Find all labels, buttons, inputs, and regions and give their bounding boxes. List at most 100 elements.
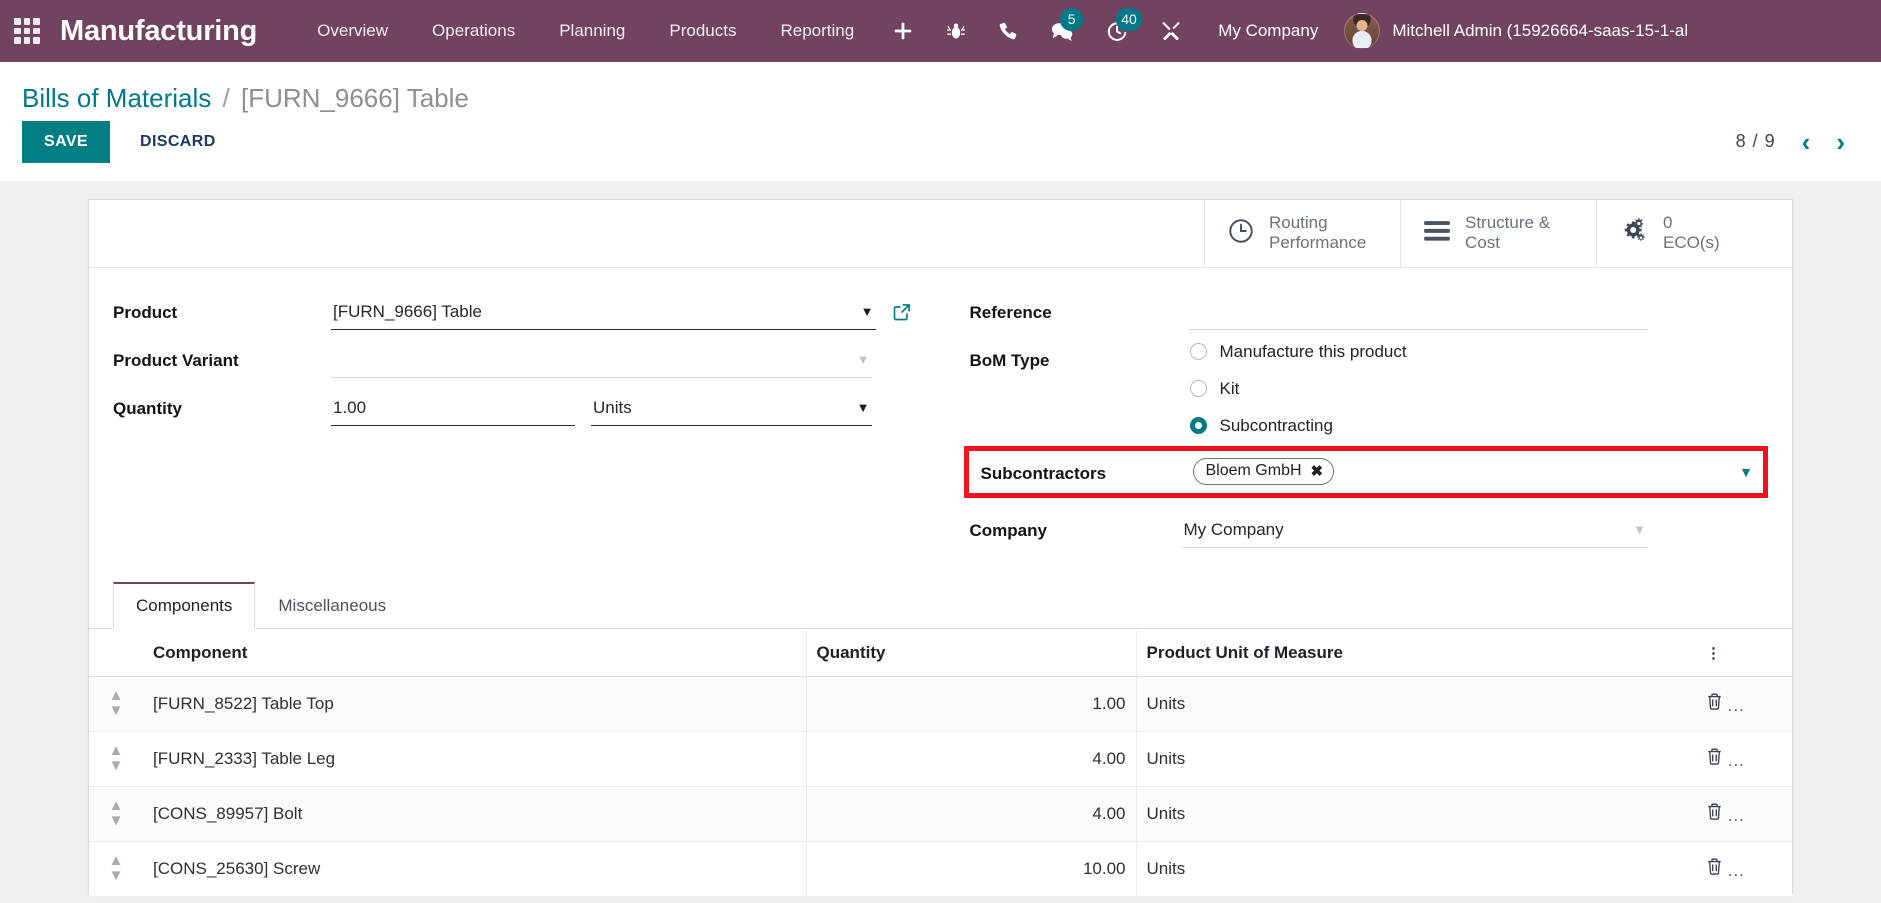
radio-label[interactable]: Subcontracting: [1220, 416, 1333, 436]
nav-item-operations[interactable]: Operations: [410, 0, 537, 62]
row-drag-handle[interactable]: ▲ ▼: [89, 841, 143, 897]
row-delete[interactable]: ...: [1696, 786, 1792, 842]
product-input[interactable]: [FURN_9666] Table ▼: [331, 294, 876, 330]
discard-button[interactable]: DISCARD: [120, 121, 236, 163]
tab-components[interactable]: Components: [113, 581, 256, 629]
row-drag-handle[interactable]: ▲ ▼: [89, 731, 143, 787]
cell-quantity[interactable]: 4.00: [806, 786, 1137, 842]
drag-handle-icon[interactable]: ▲ ▼: [109, 688, 124, 718]
cell-uom[interactable]: Units: [1136, 841, 1696, 897]
stat-button-eco[interactable]: 0 ECO(s): [1596, 199, 1792, 267]
add-a-line-button[interactable]: Add a line: [89, 897, 1792, 903]
table-row[interactable]: ▲ ▼ [CONS_89957] Bolt 4.00 Units ...: [89, 786, 1792, 842]
internal-link-icon[interactable]: [876, 302, 912, 322]
pager-previous-icon[interactable]: ‹: [1802, 129, 1811, 155]
column-component[interactable]: Component: [143, 628, 807, 677]
cell-component[interactable]: [CONS_25630] Screw: [143, 841, 807, 897]
chevron-down-icon[interactable]: ▼: [851, 304, 874, 319]
chevron-down-icon[interactable]: ▼: [1729, 464, 1753, 480]
row-delete[interactable]: ...: [1696, 676, 1792, 732]
reference-input[interactable]: [1187, 294, 1648, 330]
user-menu[interactable]: Mitchell Admin (15926664-saas-15-1-al: [1338, 13, 1688, 49]
stat-button-label: Structure & Cost: [1465, 213, 1550, 253]
cell-quantity[interactable]: 10.00: [806, 841, 1137, 897]
uom-select[interactable]: Units ▼: [591, 390, 872, 426]
row-delete[interactable]: ...: [1696, 841, 1792, 897]
column-quantity[interactable]: Quantity: [806, 628, 1137, 677]
row-more-dots[interactable]: ...: [1728, 751, 1745, 770]
radio-option-subcontracting[interactable]: Subcontracting: [1188, 416, 1769, 436]
drag-handle-icon[interactable]: ▲ ▼: [109, 853, 124, 883]
radio-icon[interactable]: [1189, 380, 1207, 397]
tab-miscellaneous[interactable]: Miscellaneous: [255, 582, 409, 629]
row-drag-handle[interactable]: ▲ ▼: [89, 786, 143, 842]
product-variant-input[interactable]: ▼: [331, 342, 872, 378]
trash-icon[interactable]: [1706, 858, 1728, 880]
row-delete[interactable]: ...: [1696, 731, 1792, 787]
cell-quantity[interactable]: 4.00: [806, 731, 1137, 787]
cell-quantity[interactable]: 1.00: [806, 676, 1137, 732]
subcontractor-tag[interactable]: Bloem GmbH ✖: [1192, 458, 1335, 485]
phone-icon[interactable]: [982, 0, 1034, 62]
row-drag-handle[interactable]: ▲ ▼: [89, 676, 143, 732]
row-more-dots[interactable]: ...: [1728, 806, 1745, 825]
breadcrumb-root[interactable]: Bills of Materials: [22, 83, 211, 113]
table-row[interactable]: ▲ ▼ [FURN_8522] Table Top 1.00 Units ...: [89, 676, 1792, 732]
chat-icon[interactable]: 5: [1034, 0, 1090, 62]
stat-line-1: Structure &: [1465, 212, 1551, 232]
pager-next-icon[interactable]: ›: [1836, 129, 1845, 155]
cell-component[interactable]: [FURN_2333] Table Leg: [143, 731, 807, 787]
optional-columns-icon[interactable]: ⋮: [1706, 645, 1721, 660]
drag-handle-icon[interactable]: ▲ ▼: [109, 798, 124, 828]
chevron-down-icon[interactable]: ▼: [847, 400, 870, 415]
notebook: Components Miscellaneous Component Quant…: [89, 581, 1792, 903]
stat-line-2: Cost: [1465, 233, 1500, 252]
cell-component[interactable]: [FURN_8522] Table Top: [143, 676, 807, 732]
cell-uom[interactable]: Units: [1136, 731, 1696, 787]
breadcrumb-separator: /: [222, 83, 230, 113]
trash-icon[interactable]: [1706, 803, 1728, 825]
plus-icon[interactable]: [876, 0, 930, 62]
quantity-input[interactable]: 1.00: [331, 390, 575, 426]
nav-item-overview[interactable]: Overview: [295, 0, 410, 62]
form-sheet: Routing Performance Structure & Cost 0 E…: [88, 198, 1793, 897]
save-button[interactable]: SAVE: [22, 120, 110, 163]
app-brand-title[interactable]: Manufacturing: [60, 15, 257, 48]
activity-clock-icon[interactable]: 40: [1090, 0, 1144, 62]
radio-icon[interactable]: [1189, 343, 1207, 360]
radio-label[interactable]: Kit: [1220, 379, 1240, 399]
field-label-product-variant: Product Variant: [113, 350, 239, 370]
field-label-subcontractors: Subcontractors: [980, 463, 1107, 483]
row-more-dots[interactable]: ...: [1728, 696, 1745, 715]
stat-button-routing-performance[interactable]: Routing Performance: [1204, 199, 1400, 267]
bug-icon[interactable]: [930, 0, 982, 62]
subcontractors-input[interactable]: Bloem GmbH ✖ ▼: [1192, 457, 1753, 487]
radio-label[interactable]: Manufacture this product: [1220, 342, 1407, 362]
field-label-product: Product: [113, 302, 178, 322]
nav-item-planning[interactable]: Planning: [537, 0, 647, 62]
column-uom[interactable]: Product Unit of Measure: [1136, 628, 1696, 677]
stat-button-structure-cost[interactable]: Structure & Cost: [1400, 199, 1596, 267]
apps-grid-icon[interactable]: [10, 14, 44, 48]
field-company: Company My Company ▼: [970, 512, 1769, 548]
radio-option-kit[interactable]: Kit: [1188, 379, 1769, 399]
table-row[interactable]: ▲ ▼ [CONS_25630] Screw 10.00 Units ...: [89, 841, 1792, 897]
nav-item-reporting[interactable]: Reporting: [758, 0, 876, 62]
cell-uom[interactable]: Units: [1136, 676, 1696, 732]
company-input[interactable]: My Company ▼: [1181, 512, 1648, 548]
cell-uom[interactable]: Units: [1136, 786, 1696, 842]
chevron-down-icon[interactable]: ▼: [847, 352, 870, 367]
tools-icon[interactable]: [1144, 0, 1198, 62]
chevron-down-icon[interactable]: ▼: [1623, 522, 1646, 537]
nav-item-products[interactable]: Products: [647, 0, 758, 62]
nav-company-switcher[interactable]: My Company: [1198, 21, 1338, 41]
remove-tag-icon[interactable]: ✖: [1311, 462, 1324, 480]
cell-component[interactable]: [CONS_89957] Bolt: [143, 786, 807, 842]
trash-icon[interactable]: [1706, 748, 1728, 770]
radio-icon-selected[interactable]: [1189, 417, 1207, 434]
trash-icon[interactable]: [1706, 693, 1728, 715]
table-row[interactable]: ▲ ▼ [FURN_2333] Table Leg 4.00 Units ...: [89, 731, 1792, 787]
drag-handle-icon[interactable]: ▲ ▼: [109, 743, 124, 773]
row-more-dots[interactable]: ...: [1728, 861, 1745, 880]
radio-option-manufacture[interactable]: Manufacture this product: [1188, 342, 1769, 362]
